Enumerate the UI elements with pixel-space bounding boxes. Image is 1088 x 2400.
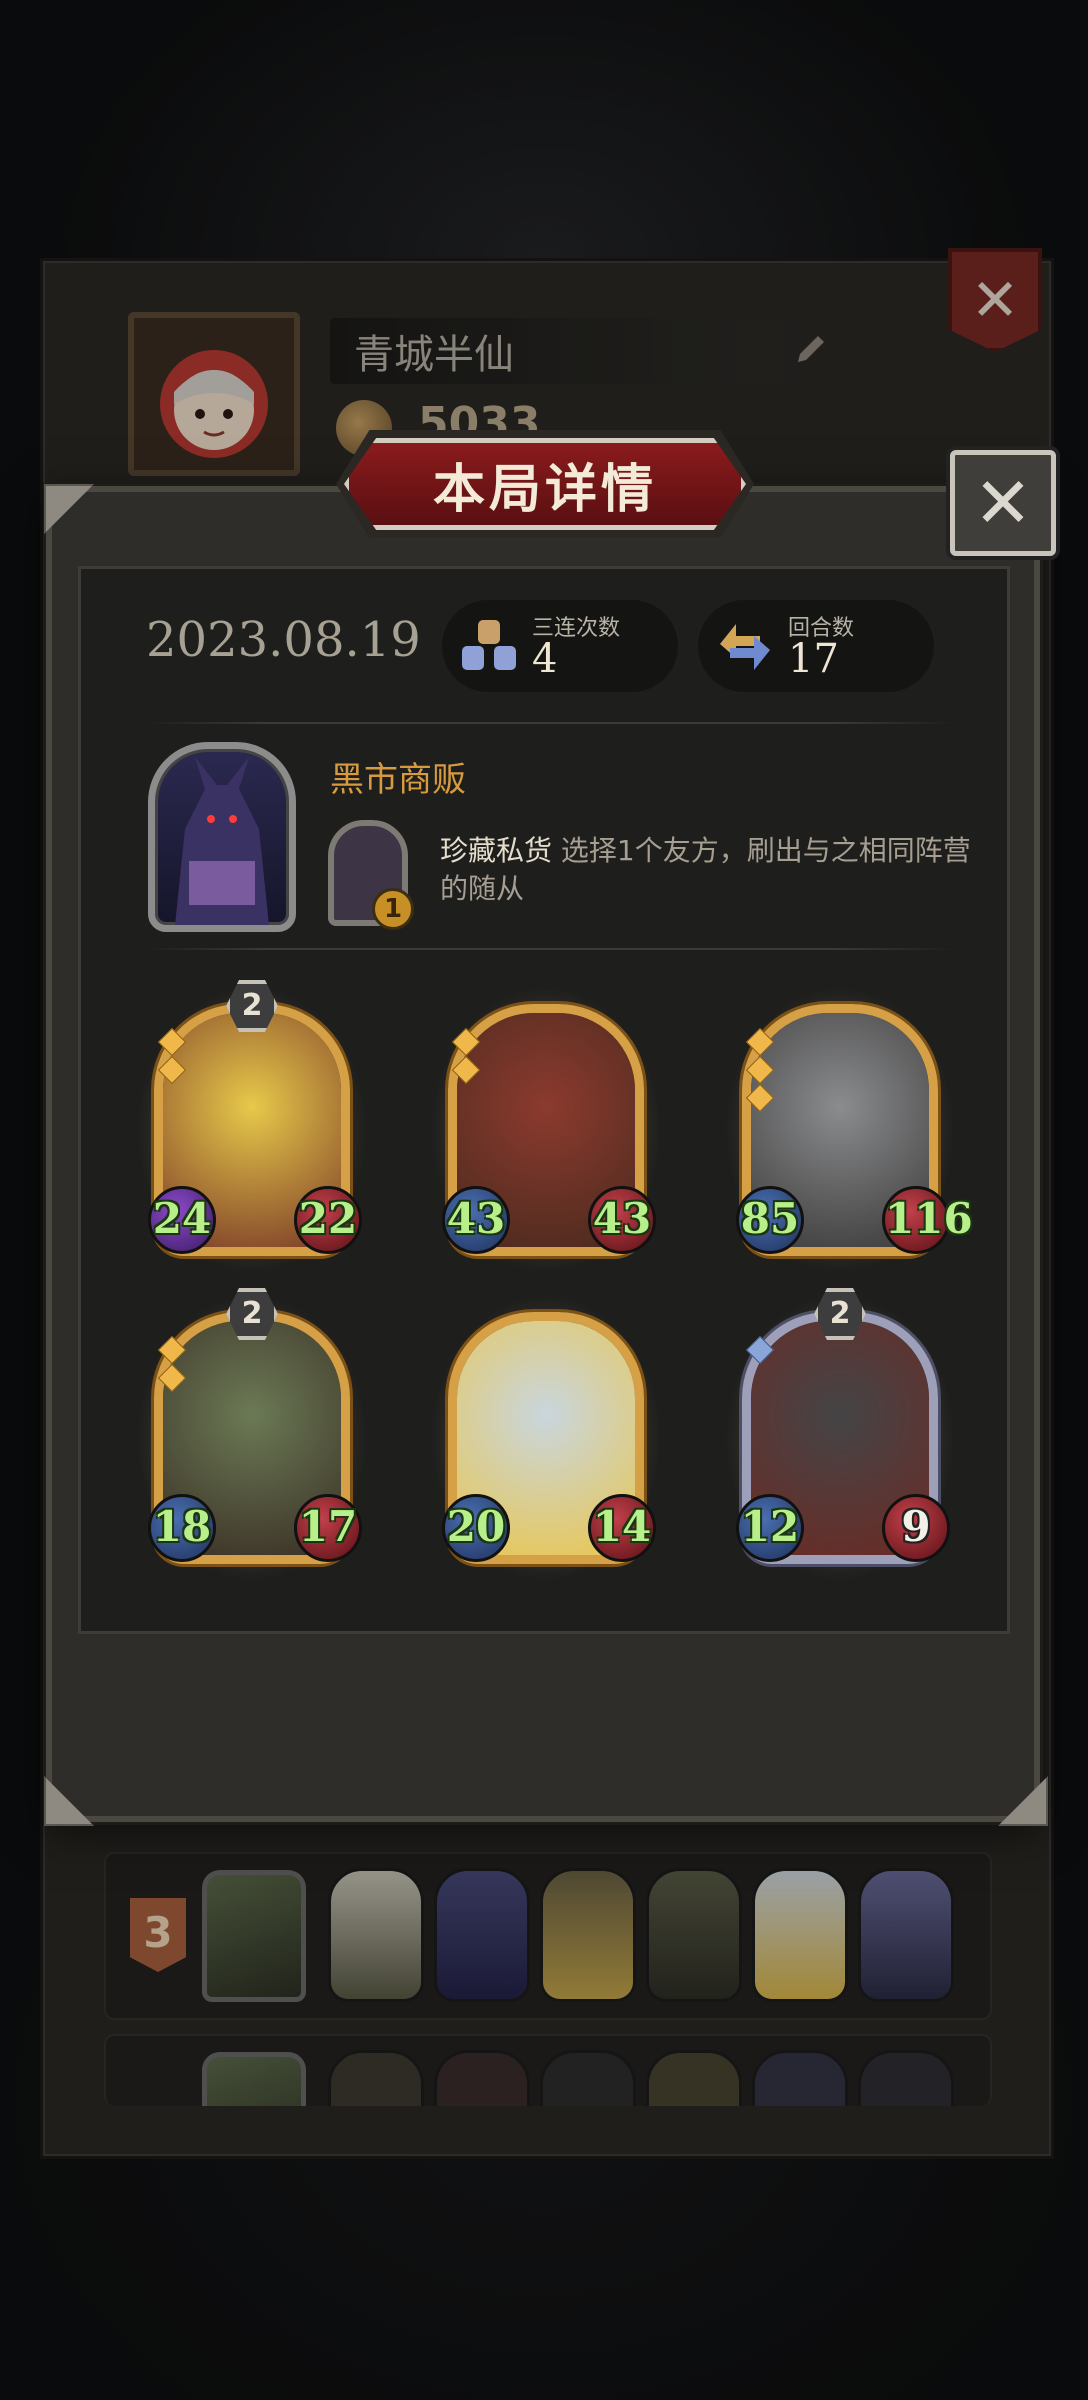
- cycle-arrows-icon: [720, 624, 770, 670]
- rarity-gems: [745, 1335, 775, 1368]
- gem-icon: [745, 1335, 775, 1365]
- gem-icon: [745, 1027, 775, 1057]
- attack-value: 12: [736, 1494, 804, 1562]
- match-date: 2023.08.19: [146, 612, 421, 668]
- minion-card-dark-shieldman[interactable]: 2 12 9: [724, 1288, 956, 1582]
- minion-card-burning-brute[interactable]: 2 24 22: [136, 980, 368, 1274]
- gem-icon: [745, 1083, 775, 1113]
- health-value: 116: [882, 1186, 973, 1254]
- minion-card-red-haired-brawler[interactable]: 2 18 17: [136, 1288, 368, 1582]
- health-value: 9: [882, 1494, 950, 1562]
- rarity-gems: [745, 1027, 775, 1116]
- hero-power-cost: 1: [372, 888, 414, 930]
- triple-icon: [462, 620, 516, 670]
- minion-card-boar-chief[interactable]: 43 43: [430, 986, 662, 1274]
- gem-icon: [157, 1363, 187, 1393]
- rarity-gems: [157, 1335, 187, 1396]
- dialog-title: 本局详情: [432, 459, 657, 520]
- close-button[interactable]: ✕: [950, 450, 1056, 556]
- hero-portrait[interactable]: [148, 742, 296, 932]
- hero-power-description: 珍藏私货 选择1个友方，刷出与之相同阵营的随从: [440, 832, 980, 908]
- minion-card-shield-bearer[interactable]: 20 14: [430, 1294, 662, 1582]
- gem-icon: [451, 1055, 481, 1085]
- minion-card-knight[interactable]: 85 116: [724, 986, 973, 1274]
- attack-value: 85: [736, 1186, 804, 1254]
- divider: [146, 948, 954, 950]
- divider: [146, 722, 954, 724]
- attack-value: 43: [442, 1186, 510, 1254]
- triple-count-stat: 三连次数 4: [442, 600, 678, 692]
- health-value: 17: [294, 1494, 362, 1562]
- attack-value: 18: [148, 1494, 216, 1562]
- gem-icon: [157, 1335, 187, 1365]
- rarity-gems: [157, 1027, 187, 1088]
- health-value: 43: [588, 1186, 656, 1254]
- health-value: 14: [588, 1494, 656, 1562]
- gem-icon: [157, 1027, 187, 1057]
- attack-value: 20: [442, 1494, 510, 1562]
- round-count-stat: 回合数 17: [698, 600, 934, 692]
- hero-name: 黑市商贩: [330, 760, 466, 800]
- gem-icon: [745, 1055, 775, 1085]
- stat-value: 17: [788, 636, 839, 682]
- health-value: 22: [294, 1186, 362, 1254]
- attack-value: 24: [148, 1186, 216, 1254]
- gem-icon: [157, 1055, 187, 1085]
- title-banner: 本局详情: [344, 438, 746, 530]
- gem-icon: [451, 1027, 481, 1057]
- rarity-gems: [451, 1027, 481, 1088]
- stat-value: 4: [532, 636, 558, 682]
- hero-power-name: 珍藏私货: [440, 834, 553, 867]
